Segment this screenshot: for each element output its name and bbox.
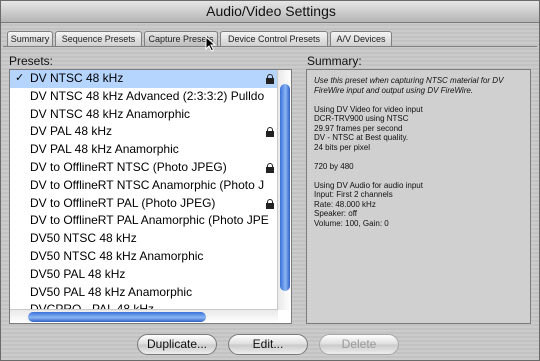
preset-name: DV50 NTSC 48 kHz Anamorphic xyxy=(30,248,204,263)
summary-panel: Use this preset when capturing NTSC mate… xyxy=(306,69,531,324)
preset-list-item[interactable]: DV50 NTSC 48 kHz xyxy=(10,230,278,248)
delete-button[interactable]: Delete xyxy=(319,334,399,355)
preset-list-item[interactable]: DV to OfflineRT PAL Anamorphic (Photo JP… xyxy=(10,212,278,230)
preset-list-item[interactable]: DV50 NTSC 48 kHz Anamorphic xyxy=(10,248,278,266)
preset-list-item[interactable]: ✓ DV NTSC 48 kHz xyxy=(10,70,278,88)
window-title: Audio/Video Settings xyxy=(1,1,539,23)
tab-sequence-presets[interactable]: Sequence Presets xyxy=(55,31,142,46)
lock-icon xyxy=(266,127,274,138)
horizontal-scroll-thumb[interactable] xyxy=(28,312,206,322)
preset-name: DV50 NTSC 48 kHz xyxy=(30,231,137,246)
lock-icon xyxy=(266,198,274,209)
summary-label: Summary: xyxy=(307,54,362,68)
preset-name: DV to OfflineRT PAL (Photo JPEG) xyxy=(30,195,216,210)
preset-list-item[interactable]: DV to OfflineRT PAL (Photo JPEG) xyxy=(10,195,278,213)
preset-name: DV50 PAL 48 kHz Anamorphic xyxy=(30,284,193,299)
vertical-scroll-thumb[interactable] xyxy=(280,84,290,291)
preset-list-item[interactable]: DV PAL 48 kHz xyxy=(10,123,278,141)
preset-name: DV to OfflineRT NTSC Anamorphic (Photo J xyxy=(30,177,265,192)
preset-list-item[interactable]: DV PAL 48 kHz Anamorphic xyxy=(10,141,278,159)
tab-bar: Summary Sequence Presets Capture Presets… xyxy=(7,31,537,47)
summary-video-info: Using DV Video for video input DCR-TRV90… xyxy=(314,104,423,152)
summary-intro: Use this preset when capturing NTSC mate… xyxy=(314,76,504,95)
presets-list[interactable]: ✓ DV NTSC 48 kHz DV NTSC 48 kHz Advanced (… xyxy=(9,69,292,324)
summary-audio-info: Using DV Audio for audio input Input: Fi… xyxy=(314,180,423,228)
preset-name: DV to OfflineRT PAL Anamorphic (Photo JP… xyxy=(30,213,269,228)
preset-list-item[interactable]: DV50 PAL 48 kHz Anamorphic xyxy=(10,284,278,302)
preset-name: DV PAL 48 kHz xyxy=(30,124,113,139)
mouse-pointer-icon xyxy=(205,36,217,52)
edit-button[interactable]: Edit... xyxy=(228,334,308,355)
tab-summary[interactable]: Summary xyxy=(7,31,53,46)
preset-name: DV PAL 48 kHz Anamorphic xyxy=(30,142,179,157)
lock-icon xyxy=(266,74,274,84)
tab-divider xyxy=(3,46,537,47)
horizontal-scrollbar[interactable] xyxy=(10,309,278,323)
lock-icon xyxy=(266,162,274,173)
tab-device-control-presets[interactable]: Device Control Presets xyxy=(220,31,328,46)
tab-av-devices[interactable]: A/V Devices xyxy=(330,31,392,46)
preset-list-item[interactable]: DV50 PAL 48 kHz xyxy=(10,266,278,284)
checkmark-icon: ✓ xyxy=(15,72,25,84)
preset-list-item[interactable]: DV to OfflineRT NTSC (Photo JPEG) xyxy=(10,159,278,177)
preset-name: DV50 PAL 48 kHz xyxy=(30,266,126,281)
preset-list-item[interactable]: DV to OfflineRT NTSC Anamorphic (Photo J xyxy=(10,177,278,195)
preset-name: DV NTSC 48 kHz Anamorphic xyxy=(30,106,191,121)
preset-list-item[interactable]: DV NTSC 48 kHz Advanced (2:3:3:2) Pulldo xyxy=(10,88,278,106)
preset-name: DV NTSC 48 kHz xyxy=(30,71,124,85)
presets-label: Presets: xyxy=(9,54,54,68)
summary-resolution: 720 by 480 xyxy=(314,161,354,171)
preset-list-item[interactable]: DV NTSC 48 kHz Anamorphic xyxy=(10,106,278,124)
preset-name: DV NTSC 48 kHz Advanced (2:3:3:2) Pulldo xyxy=(30,88,265,103)
duplicate-button[interactable]: Duplicate... xyxy=(137,334,217,355)
preset-rows: ✓ DV NTSC 48 kHz DV NTSC 48 kHz Advanced (… xyxy=(10,70,278,319)
preset-name: DV to OfflineRT NTSC (Photo JPEG) xyxy=(30,159,227,174)
audio-video-settings-window: Audio/Video Settings Summary Sequence Pr… xyxy=(0,0,540,361)
vertical-scrollbar[interactable] xyxy=(277,70,291,310)
